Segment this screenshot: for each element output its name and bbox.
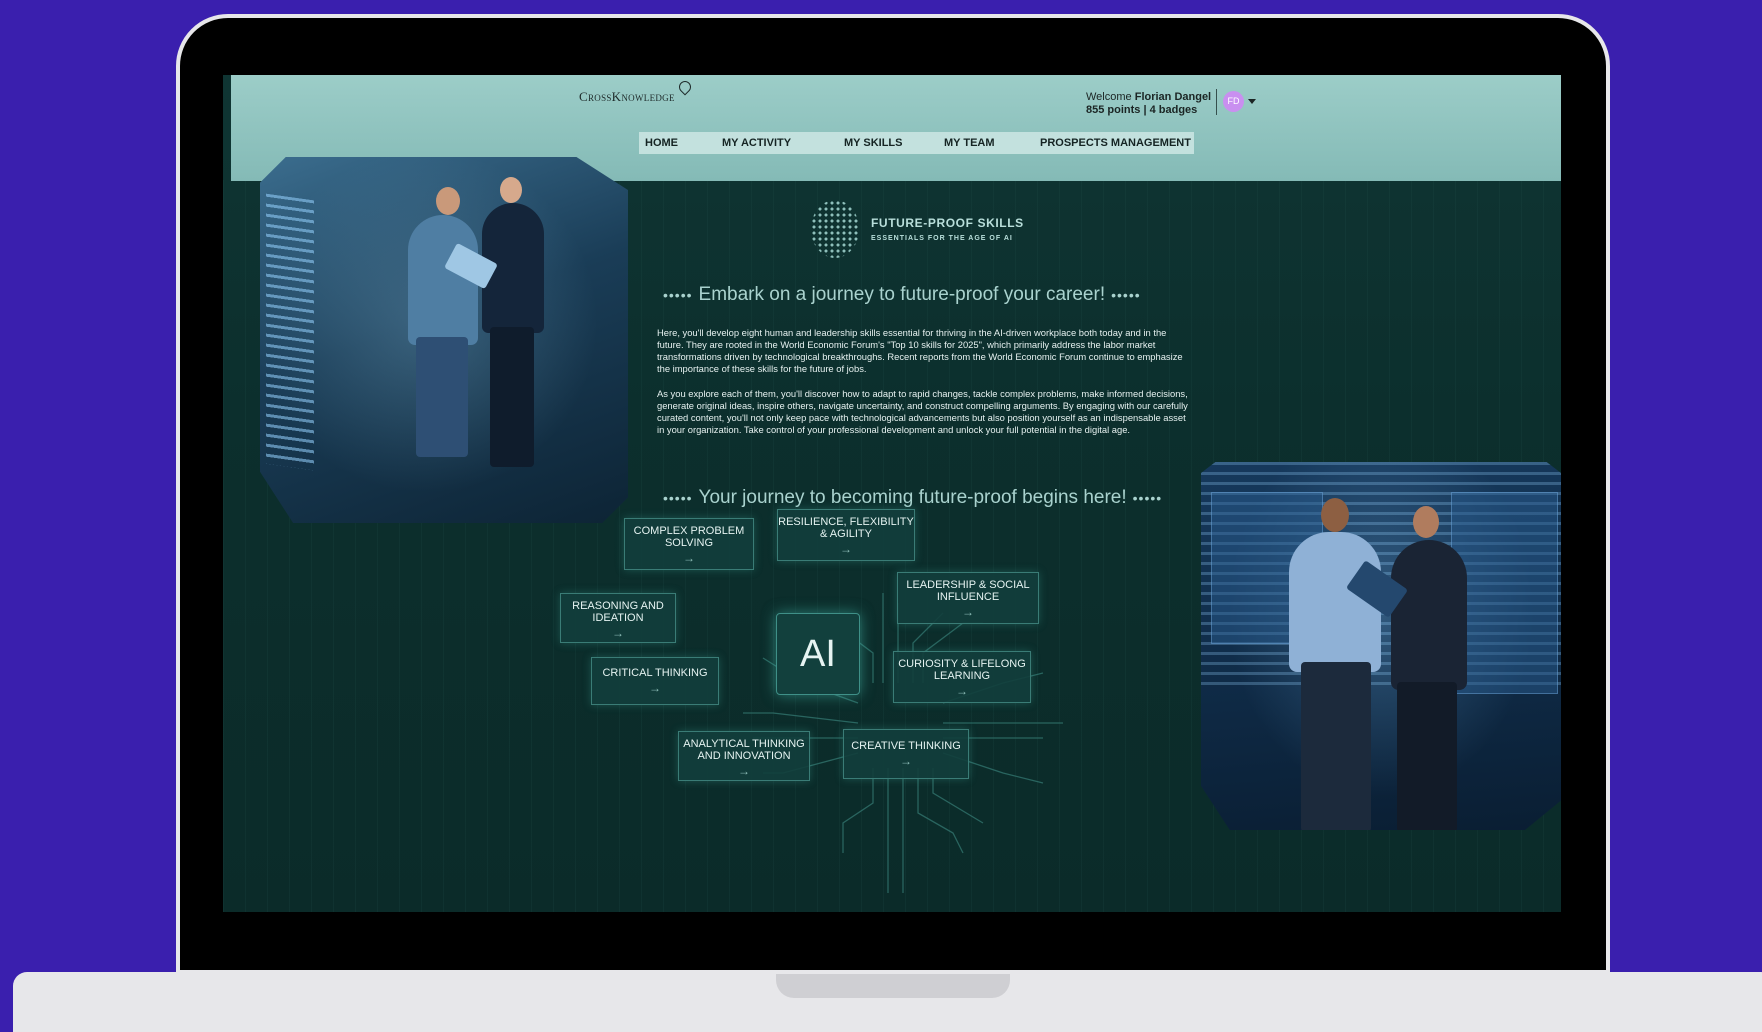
skill-label: COMPLEX PROBLEM SOLVING (633, 525, 745, 549)
arrow-right-icon: → (900, 754, 912, 768)
banner-title: FUTURE-PROOF SKILLS (871, 216, 1024, 230)
user-name: Florian Dangel (1134, 91, 1212, 103)
heading-embark-text: Embark on a journey to future-proof your… (698, 284, 1106, 305)
crossknowledge-logo[interactable]: CrossKnowledge (579, 89, 675, 105)
man-head (1321, 498, 1349, 532)
skill-label: REASONING AND IDEATION (572, 600, 664, 624)
heading-journey-text: Your journey to becoming future-proof be… (698, 487, 1127, 508)
header-divider (1216, 89, 1217, 115)
nav-my-skills[interactable]: MY SKILLS (838, 137, 938, 149)
skill-label: RESILIENCE, FLEXIBILITY & AGILITY (778, 516, 914, 540)
nav-my-activity[interactable]: MY ACTIVITY (716, 137, 838, 149)
skill-curiosity[interactable]: CURIOSITY & LIFELONG LEARNING → (893, 651, 1031, 703)
woman-head (500, 177, 522, 203)
skill-creative-thinking[interactable]: CREATIVE THINKING → (843, 729, 969, 779)
arrow-right-icon: → (962, 605, 974, 619)
decor-dots-left: ••••• (663, 489, 693, 506)
dots-globe-icon (811, 200, 859, 258)
screen-wall-graphic (266, 193, 314, 471)
arrow-right-icon: → (683, 551, 695, 565)
welcome-prefix: Welcome (1086, 91, 1132, 103)
man-legs (1301, 662, 1371, 830)
nav-my-team[interactable]: MY TEAM (938, 137, 1034, 149)
woman-legs (1397, 682, 1457, 830)
arrow-right-icon: → (649, 681, 661, 695)
man-legs (416, 337, 468, 457)
decor-dots-right: ••••• (1111, 286, 1141, 303)
skill-label: ANALYTICAL THINKING AND INNOVATION (683, 738, 805, 762)
nav-home[interactable]: HOME (639, 137, 716, 149)
decor-dots-left: ••••• (663, 286, 693, 303)
user-stats: 855 points | 4 badges (1086, 104, 1198, 116)
skill-reasoning-ideation[interactable]: REASONING AND IDEATION → (560, 593, 676, 643)
chevron-down-icon[interactable] (1248, 99, 1256, 104)
decor-dots-right: ••••• (1132, 489, 1163, 506)
banner-subtitle: ESSENTIALS FOR THE AGE OF AI (871, 235, 1013, 242)
skill-label: LEADERSHIP & SOCIAL INFLUENCE (906, 579, 1030, 603)
intro-paragraph-1: Here, you'll develop eight human and lea… (657, 327, 1183, 374)
woman-legs (490, 327, 534, 467)
skill-label: CURIOSITY & LIFELONG LEARNING (898, 658, 1026, 682)
skill-complex-problem-solving[interactable]: COMPLEX PROBLEM SOLVING → (624, 518, 754, 570)
woman-head (1413, 506, 1439, 538)
skill-label: CREATIVE THINKING (851, 740, 961, 752)
intro-text: Here, you'll develop eight human and lea… (657, 327, 1189, 449)
skill-leadership[interactable]: LEADERSHIP & SOCIAL INFLUENCE → (897, 572, 1039, 624)
arrow-right-icon: → (738, 764, 750, 778)
skill-analytical-thinking[interactable]: ANALYTICAL THINKING AND INNOVATION → (678, 731, 810, 781)
main-nav: HOME MY ACTIVITY MY SKILLS MY TEAM PROSP… (639, 132, 1194, 154)
skill-label: CRITICAL THINKING (602, 667, 708, 679)
arrow-right-icon: → (612, 626, 624, 640)
screen: CrossKnowledge Welcome Florian Dangel 85… (223, 75, 1561, 912)
intro-paragraph-2: As you explore each of them, you'll disc… (657, 388, 1188, 435)
logo-mark-icon (676, 78, 694, 96)
hero-photo-right (1201, 462, 1561, 830)
nav-prospects-management[interactable]: PROSPECTS MANAGEMENT (1034, 137, 1191, 149)
woman-torso (1391, 540, 1467, 690)
future-proof-banner: FUTURE-PROOF SKILLS ESSENTIALS FOR THE A… (811, 200, 1031, 260)
section-heading-journey: ••••• Your journey to becoming future-pro… (657, 487, 1168, 509)
man-head (436, 187, 460, 215)
section-heading-embark: ••••• Embark on a journey to future-proof… (657, 284, 1147, 306)
monitor-panel (1451, 492, 1558, 694)
laptop-notch (776, 974, 1010, 998)
user-avatar[interactable]: FD (1223, 91, 1244, 112)
hero-photo-left (260, 157, 628, 523)
arrow-right-icon: → (956, 684, 968, 698)
welcome-block: Welcome Florian Dangel 855 points | 4 ba… (1086, 91, 1211, 117)
ai-center-chip[interactable]: AI (776, 613, 860, 695)
skill-resilience[interactable]: RESILIENCE, FLEXIBILITY & AGILITY → (777, 509, 915, 561)
skill-critical-thinking[interactable]: CRITICAL THINKING → (591, 657, 719, 705)
arrow-right-icon: → (840, 542, 852, 556)
